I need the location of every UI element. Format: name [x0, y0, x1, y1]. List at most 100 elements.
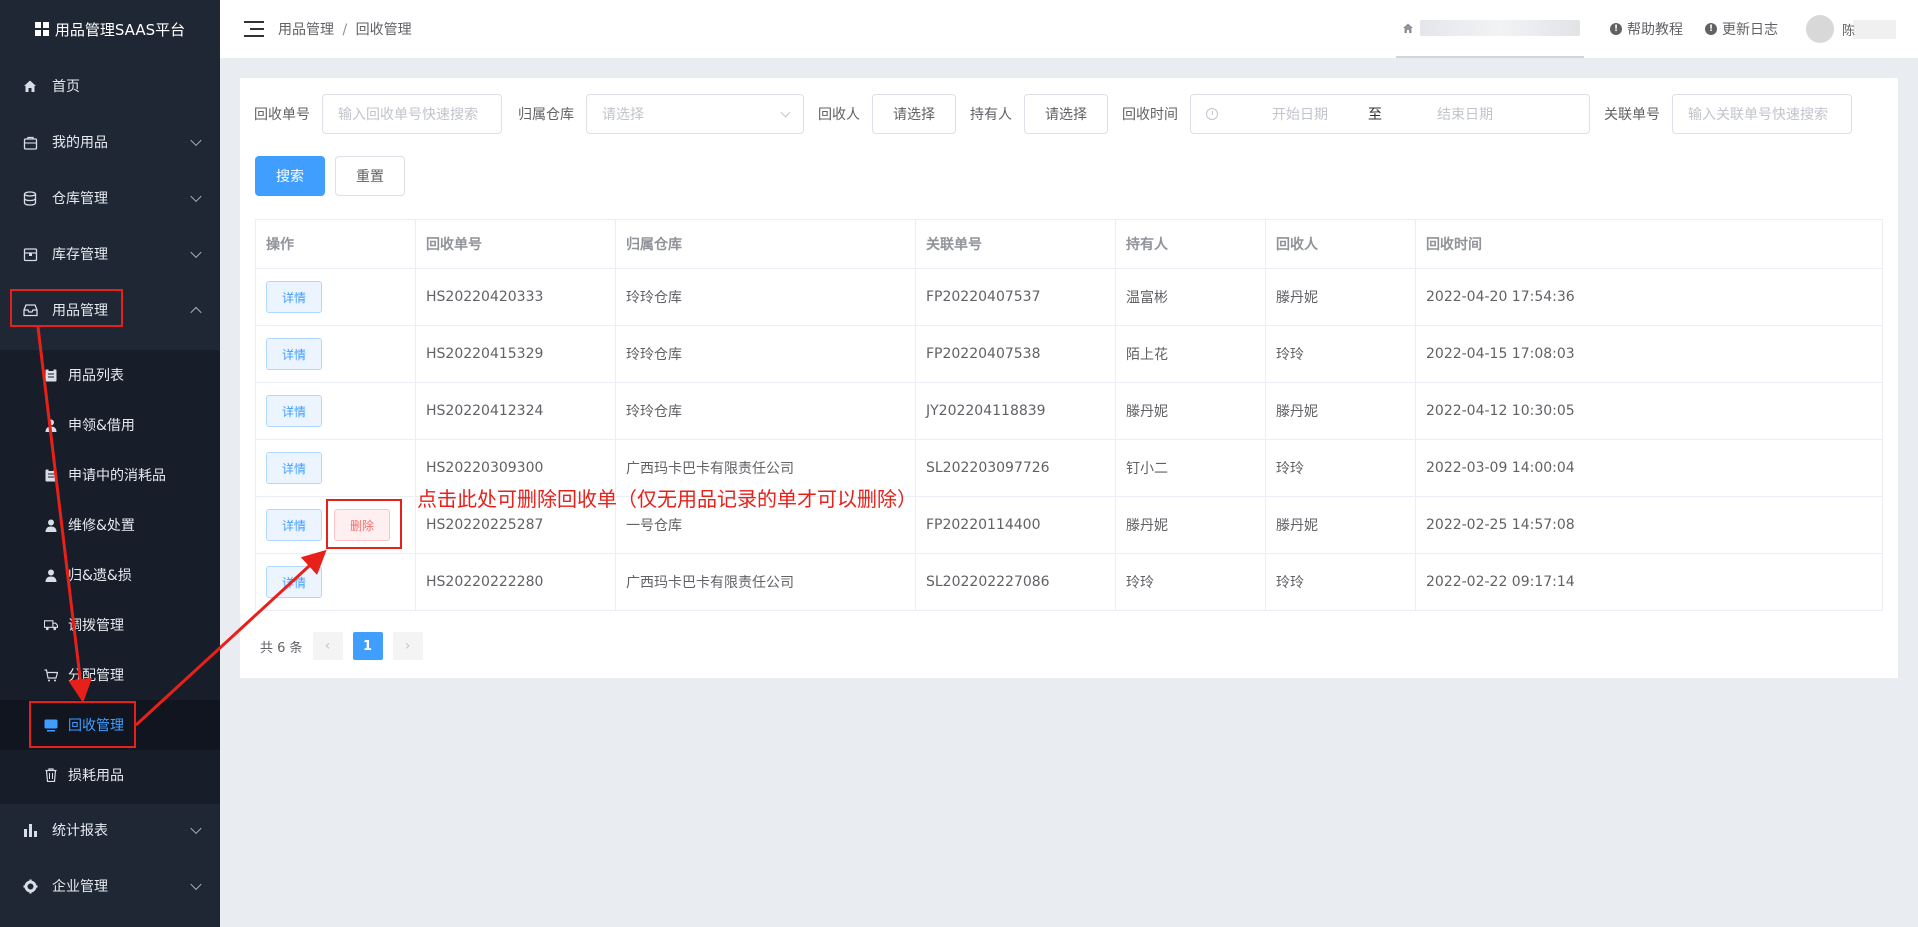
warehouse-cell: 广西玛卡巴卡有限责任公司 — [616, 554, 916, 610]
top-header: 用品管理 / 回收管理 ! 帮助教程 ! 更新日志 陈 — [220, 0, 1918, 58]
help-link[interactable]: ! 帮助教程 — [1610, 19, 1683, 39]
sub-item-label: 维修&处置 — [68, 518, 135, 534]
sub-item-supplies-list[interactable]: 用品列表 — [0, 350, 220, 400]
sidebar-item-label: 库存管理 — [52, 247, 108, 263]
sub-item-label: 用品列表 — [68, 368, 124, 384]
chevron-down-icon — [190, 190, 202, 203]
breadcrumb-item[interactable]: 用品管理 — [278, 22, 334, 38]
sidebar-item-reports[interactable]: 统计报表 — [0, 802, 220, 858]
reset-button[interactable]: 重置 — [335, 156, 405, 196]
pagination: 共 6 条 ‹ 1 › — [260, 632, 423, 660]
sidebar-item-label: 我的用品 — [52, 135, 108, 151]
sub-item-label: 损耗用品 — [68, 768, 124, 784]
sidebar-item-my-supplies[interactable]: 我的用品 — [0, 114, 220, 170]
page-number-current[interactable]: 1 — [352, 632, 383, 660]
end-date-placeholder: 结束日期 — [1437, 107, 1493, 123]
sidebar-item-inventory[interactable]: 库存管理 — [0, 226, 220, 282]
column-header: 回收人 — [1266, 220, 1416, 268]
changelog-link[interactable]: ! 更新日志 — [1705, 19, 1778, 39]
recycler-select-button[interactable]: 请选择 — [872, 94, 956, 134]
sidebar-item-warehouse[interactable]: 仓库管理 — [0, 170, 220, 226]
chevron-left-icon: ‹ — [324, 638, 331, 654]
gear-icon — [22, 878, 38, 894]
sub-item-label: 申领&借用 — [68, 418, 135, 434]
home-icon — [22, 78, 38, 94]
sub-item-allocation[interactable]: 分配管理 — [0, 650, 220, 700]
recycler-cell: 玲玲 — [1266, 326, 1416, 382]
clipboard-icon — [44, 468, 58, 482]
app-title: 用品管理SAAS平台 — [54, 20, 186, 39]
column-header: 操作 — [256, 220, 416, 268]
detail-button[interactable]: 详情 — [266, 566, 322, 598]
range-separator: 至 — [1368, 107, 1382, 123]
action-cell: 详情 — [256, 269, 416, 325]
holder-cell: 温富彬 — [1116, 269, 1266, 325]
holder-select-button[interactable]: 请选择 — [1024, 94, 1108, 134]
user-icon — [44, 418, 58, 432]
warehouse-select[interactable]: 请选择 — [586, 94, 804, 134]
sub-item-repair-dispose[interactable]: 维修&处置 — [0, 500, 220, 550]
holder-button-label: 请选择 — [1045, 107, 1087, 123]
prev-page-button[interactable]: ‹ — [312, 632, 343, 660]
recycler-cell: 玲玲 — [1266, 554, 1416, 610]
clipboard-icon — [44, 368, 58, 382]
chevron-down-icon — [780, 107, 791, 118]
user-menu[interactable]: 陈 — [1842, 19, 1896, 39]
search-button[interactable]: 搜索 — [255, 156, 325, 196]
sub-item-label: 分配管理 — [68, 668, 124, 684]
holder-cell: 钉小二 — [1116, 440, 1266, 496]
chevron-up-icon — [190, 306, 202, 319]
changelog-label: 更新日志 — [1722, 22, 1778, 38]
breadcrumb-item-current: 回收管理 — [355, 22, 412, 38]
sub-item-pending-consumables[interactable]: 申请中的消耗品 — [0, 450, 220, 500]
sub-item-loss[interactable]: 损耗用品 — [0, 750, 220, 800]
detail-button[interactable]: 详情 — [266, 338, 322, 370]
detail-button[interactable]: 详情 — [266, 395, 322, 427]
grid-logo-icon — [34, 22, 49, 36]
sub-item-label: 申请中的消耗品 — [68, 468, 166, 484]
recycle-no-cell: HS20220412324 — [416, 383, 616, 439]
sub-item-transfer[interactable]: 调拨管理 — [0, 600, 220, 650]
chevron-down-icon — [190, 134, 202, 147]
column-header: 持有人 — [1116, 220, 1266, 268]
chevron-down-icon — [190, 822, 202, 835]
sub-item-return-lost-damaged[interactable]: 归&遗&损 — [0, 550, 220, 600]
recycle-no-input[interactable]: 输入回收单号快速搜索 — [322, 94, 502, 134]
app-logo[interactable]: 用品管理SAAS平台 — [0, 0, 220, 58]
detail-button[interactable]: 详情 — [266, 281, 322, 313]
chevron-right-icon: › — [404, 638, 411, 654]
detail-button[interactable]: 详情 — [266, 509, 322, 541]
recycle-no-cell: HS20220420333 — [416, 269, 616, 325]
sidebar: 用品管理SAAS平台 首页 我的用品 仓库管理 库存管理 用品管理 用品列表 申… — [0, 0, 220, 927]
date-range-picker[interactable]: 开始日期 至 结束日期 — [1190, 94, 1590, 134]
trash-icon — [44, 768, 58, 782]
table-header-row: 操作 回收单号 归属仓库 关联单号 持有人 回收人 回收时间 — [256, 220, 1882, 269]
user-icon — [44, 568, 58, 582]
info-icon: ! — [1705, 23, 1717, 35]
sub-item-claim-borrow[interactable]: 申领&借用 — [0, 400, 220, 450]
annotation-highlight-supplies-mgmt — [10, 289, 123, 327]
company-switcher[interactable] — [1396, 0, 1584, 58]
sidebar-item-home[interactable]: 首页 — [0, 58, 220, 114]
user-icon — [44, 518, 58, 532]
chevron-down-icon — [190, 878, 202, 891]
detail-button[interactable]: 详情 — [266, 452, 322, 484]
sub-item-label: 调拨管理 — [68, 618, 124, 634]
menu-toggle-icon[interactable] — [244, 21, 264, 37]
recycle-no-cell: HS20220222280 — [416, 554, 616, 610]
related-no-cell: FP20220407538 — [916, 326, 1116, 382]
column-header: 关联单号 — [916, 220, 1116, 268]
avatar[interactable] — [1806, 15, 1834, 43]
next-page-button[interactable]: › — [392, 632, 423, 660]
related-no-input[interactable]: 输入关联单号快速搜索 — [1672, 94, 1852, 134]
total-count: 共 6 条 — [260, 640, 303, 656]
sidebar-item-label: 首页 — [52, 79, 80, 95]
annotation-highlight-delete-button — [326, 499, 402, 549]
sub-item-label: 归&遗&损 — [68, 568, 132, 584]
column-header: 归属仓库 — [616, 220, 916, 268]
time-cell: 2022-02-22 09:17:14 — [1426, 574, 1575, 590]
sidebar-item-enterprise[interactable]: 企业管理 — [0, 858, 220, 914]
related-no-cell: JY202204118839 — [916, 383, 1116, 439]
recycle-no-label: 回收单号 — [254, 107, 310, 123]
recycler-cell: 滕丹妮 — [1266, 383, 1416, 439]
